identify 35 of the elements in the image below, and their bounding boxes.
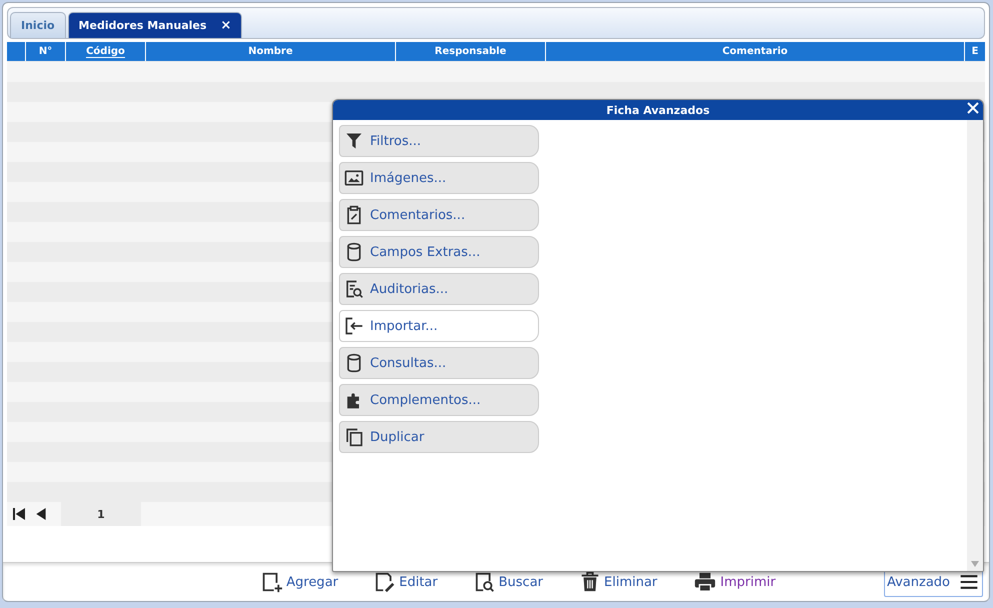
document-plus-icon [261, 571, 284, 593]
copy-icon [344, 427, 364, 447]
tab[interactable]: Medidores Manuales × [68, 12, 242, 38]
menu-item[interactable]: Duplicar [339, 421, 539, 453]
menu-item[interactable]: Complementos... [339, 384, 539, 416]
column-header[interactable]: E [965, 42, 985, 61]
close-icon[interactable]: × [220, 18, 232, 33]
column-header[interactable]: Responsable [396, 42, 546, 61]
document-magnifier-icon [344, 279, 364, 299]
dialog-title: Ficha Avanzados [605, 104, 711, 116]
column-header[interactable]: Código [66, 42, 146, 61]
column-header[interactable]: Comentario [546, 42, 965, 61]
document-pencil-icon [374, 571, 396, 593]
page-number: 1 [61, 502, 141, 526]
menu-item[interactable]: Consultas... [339, 347, 539, 379]
menu-item[interactable]: Filtros... [339, 125, 539, 157]
toolbar-button[interactable]: Buscar [468, 571, 550, 593]
column-header[interactable]: Nombre [146, 42, 396, 61]
toolbar-button[interactable]: Agregar [255, 571, 344, 593]
menu-item[interactable]: Comentarios... [339, 199, 539, 231]
search-icon [474, 571, 496, 593]
funnel-icon [344, 131, 364, 151]
scrollbar[interactable] [967, 120, 983, 571]
menu-item[interactable]: Importar... [339, 310, 539, 342]
close-icon[interactable] [967, 102, 979, 114]
menu-item[interactable]: Imágenes... [339, 162, 539, 194]
menu-item[interactable]: Auditorias... [339, 273, 539, 305]
tab[interactable]: Inicio [10, 12, 66, 38]
toolbar-button[interactable]: Editar [368, 571, 444, 593]
picture-icon [344, 168, 364, 188]
column-header[interactable]: N° [26, 42, 66, 61]
import-icon [344, 316, 364, 336]
menu-icon [958, 572, 980, 592]
menu-item[interactable]: Campos Extras... [339, 236, 539, 268]
first-page-icon [11, 506, 27, 522]
